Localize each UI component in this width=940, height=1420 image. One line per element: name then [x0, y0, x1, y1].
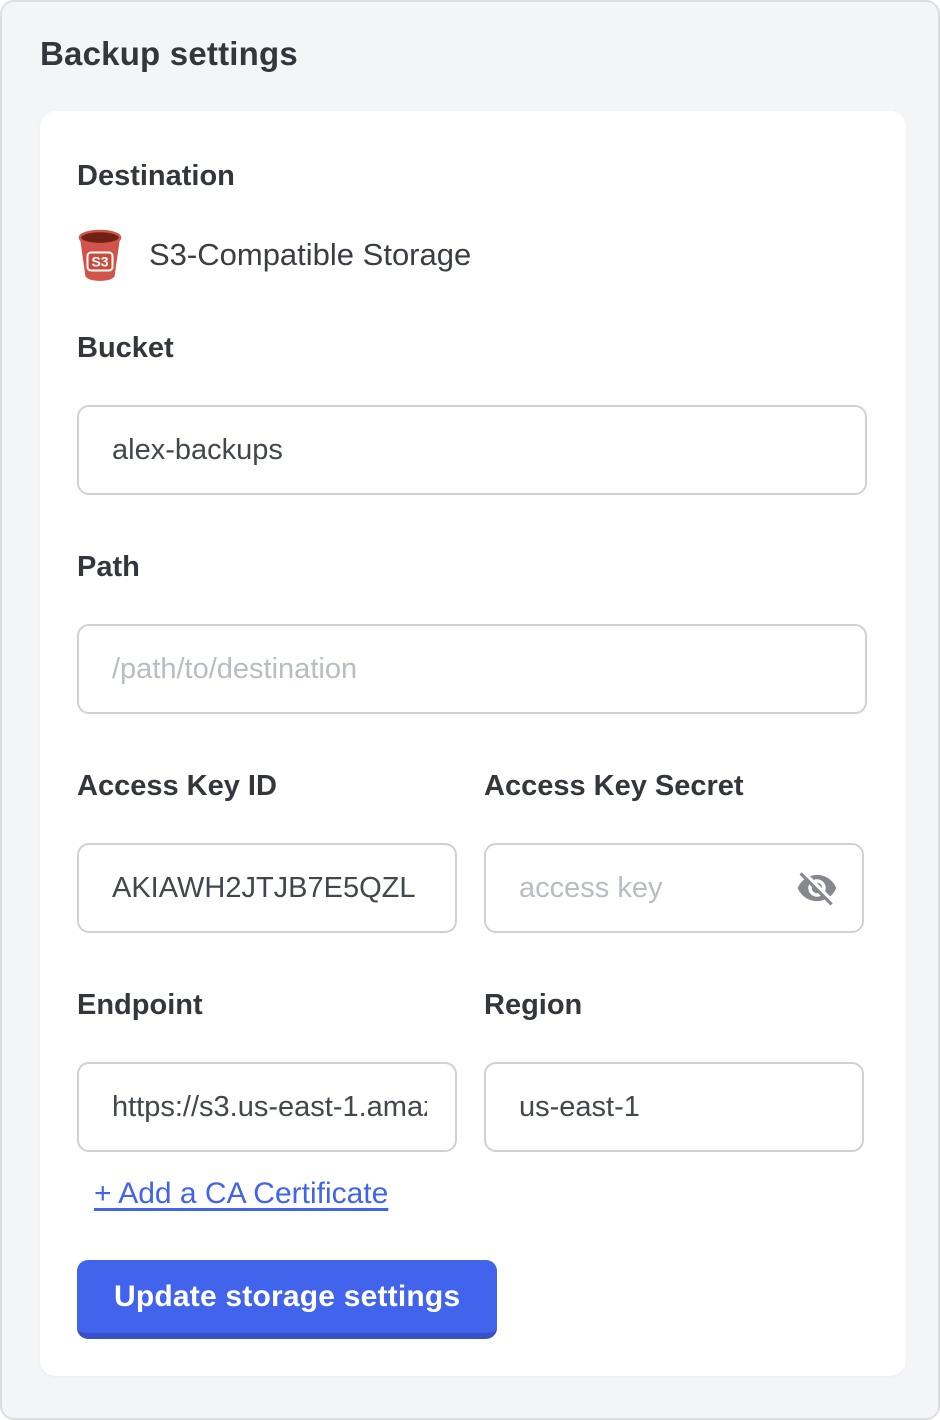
access-key-secret-input-wrap: [484, 843, 864, 933]
svg-text:S3: S3: [91, 254, 108, 270]
bucket-input[interactable]: [77, 405, 867, 495]
path-label: Path: [77, 550, 867, 584]
update-storage-settings-button[interactable]: Update storage settings: [77, 1260, 497, 1339]
page-title: Backup settings: [40, 34, 938, 74]
region-label: Region: [484, 988, 864, 1022]
bucket-label: Bucket: [77, 331, 867, 365]
bucket-field-group: Bucket: [77, 331, 867, 495]
endpoint-input[interactable]: [77, 1062, 457, 1152]
region-field-group: Region: [484, 988, 864, 1152]
access-key-secret-label: Access Key Secret: [484, 769, 864, 803]
access-key-id-input[interactable]: [77, 843, 457, 933]
access-key-id-field-group: Access Key ID: [77, 769, 457, 933]
endpoint-field-group: Endpoint: [77, 988, 457, 1152]
eye-slash-icon: [796, 867, 838, 909]
destination-row: S3 S3-Compatible Storage: [77, 229, 867, 281]
access-key-id-label: Access Key ID: [77, 769, 457, 803]
endpoint-region-row: Endpoint Region: [77, 988, 867, 1152]
path-field-group: Path: [77, 550, 867, 714]
access-key-secret-field-group: Access Key Secret: [484, 769, 864, 933]
destination-value: S3-Compatible Storage: [149, 236, 471, 274]
access-keys-row: Access Key ID Access Key Secret: [77, 769, 867, 933]
endpoint-label: Endpoint: [77, 988, 457, 1022]
backup-settings-card: Destination S3 S3-Compatible Storage Buc…: [40, 111, 906, 1376]
backup-settings-page: Backup settings Destination S3 S3-Compat…: [0, 0, 940, 1420]
path-input[interactable]: [77, 624, 867, 714]
destination-label: Destination: [77, 159, 867, 193]
toggle-secret-visibility-button[interactable]: [794, 865, 840, 911]
s3-bucket-icon: S3: [77, 229, 123, 281]
region-input[interactable]: [484, 1062, 864, 1152]
add-ca-certificate-link[interactable]: + Add a CA Certificate: [94, 1176, 388, 1212]
